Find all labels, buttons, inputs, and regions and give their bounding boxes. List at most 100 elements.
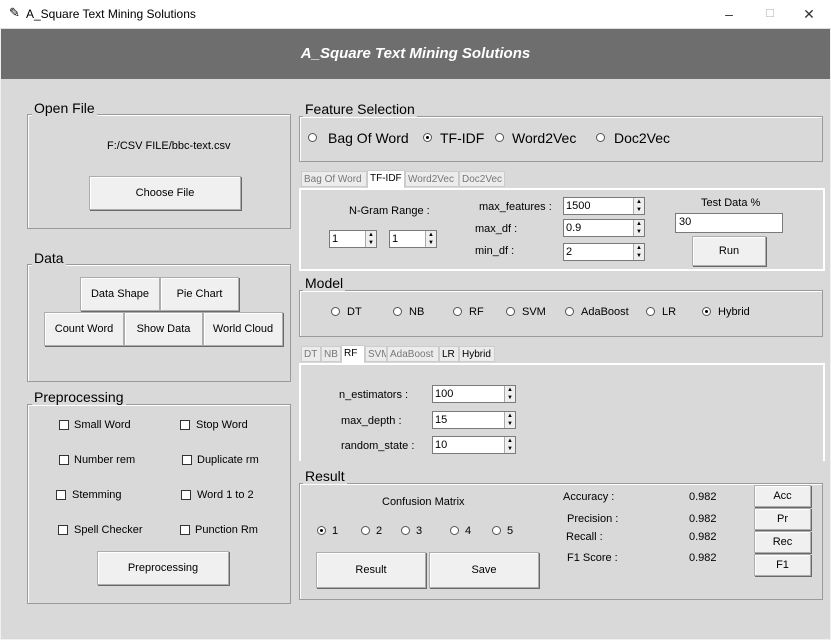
result-button[interactable]: Result bbox=[316, 552, 426, 588]
bag-of-word-radio[interactable] bbox=[308, 133, 317, 142]
tab-tf-idf[interactable]: TF-IDF bbox=[367, 170, 405, 188]
lr-radio[interactable] bbox=[646, 307, 655, 316]
ngram-min-spinbox[interactable]: 1 ▲ ▼ bbox=[329, 230, 377, 248]
small-word-checkbox[interactable] bbox=[59, 420, 69, 430]
n-estimators-label: n_estimators : bbox=[339, 389, 409, 401]
tab-bag-of-word[interactable]: Bag Of Word bbox=[301, 171, 367, 187]
window-title: A_Square Text Mining Solutions bbox=[26, 7, 196, 21]
n-estimators-spinbox[interactable]: 100 ▲ ▼ bbox=[432, 385, 516, 403]
spin-arrows-icon[interactable]: ▲ ▼ bbox=[425, 231, 436, 247]
random-state-spinbox[interactable]: 10 ▲ ▼ bbox=[432, 436, 516, 454]
window-titlebar: ✎ A_Square Text Mining Solutions – ☐ ✕ bbox=[0, 0, 831, 29]
min-df-value: 2 bbox=[566, 246, 573, 258]
world-cloud-button[interactable]: World Cloud bbox=[203, 312, 283, 346]
spin-arrows-icon[interactable]: ▲ ▼ bbox=[633, 244, 644, 260]
cm-radio-2[interactable] bbox=[361, 526, 370, 535]
tab-lr[interactable]: LR bbox=[439, 346, 459, 362]
n-estimators-value: 100 bbox=[435, 388, 454, 400]
data-shape-button[interactable]: Data Shape bbox=[80, 277, 160, 311]
tab-adaboost[interactable]: AdaBoost bbox=[387, 346, 439, 362]
tf-idf-radio[interactable] bbox=[423, 133, 432, 142]
spin-arrows-icon[interactable]: ▲ ▼ bbox=[504, 412, 515, 428]
accuracy-label: Accuracy : bbox=[563, 491, 615, 503]
app-banner: A_Square Text Mining Solutions bbox=[1, 29, 830, 79]
number-rem-checkbox[interactable] bbox=[59, 455, 69, 465]
show-data-button[interactable]: Show Data bbox=[124, 312, 203, 346]
close-button[interactable]: ✕ bbox=[786, 0, 831, 28]
f1-score-label: F1 Score : bbox=[567, 552, 618, 564]
word2vec-radio[interactable] bbox=[495, 133, 504, 142]
count-word-button[interactable]: Count Word bbox=[44, 312, 124, 346]
file-path-label: F:/CSV FILE/bbc-text.csv bbox=[107, 140, 231, 152]
doc2vec-radio[interactable] bbox=[596, 133, 605, 142]
ngram-max-spinbox[interactable]: 1 ▲ ▼ bbox=[389, 230, 437, 248]
rf-radio[interactable] bbox=[453, 307, 462, 316]
tab-svm[interactable]: SVM bbox=[365, 346, 387, 362]
save-button[interactable]: Save bbox=[429, 552, 539, 588]
spin-arrows-icon[interactable]: ▲ ▼ bbox=[365, 231, 376, 247]
cm-radio-3[interactable] bbox=[401, 526, 410, 535]
spin-arrows-icon[interactable]: ▲ ▼ bbox=[633, 220, 644, 236]
max-depth-label: max_depth : bbox=[341, 415, 402, 427]
result-legend: Result bbox=[303, 468, 347, 484]
pr-button[interactable]: Pr bbox=[754, 508, 811, 530]
cm-radio-1[interactable] bbox=[317, 526, 326, 535]
stop-word-checkbox[interactable] bbox=[180, 420, 190, 430]
spin-arrows-icon[interactable]: ▲ ▼ bbox=[633, 198, 644, 214]
duplicate-rm-label: Duplicate rm bbox=[197, 454, 259, 466]
spin-arrows-icon[interactable]: ▲ ▼ bbox=[504, 437, 515, 453]
cm-label-3: 3 bbox=[416, 525, 423, 537]
tab-hybrid[interactable]: Hybrid bbox=[459, 346, 495, 362]
run-button[interactable]: Run bbox=[692, 236, 766, 266]
number-rem-label: Number rem bbox=[74, 454, 136, 466]
tab-doc2vec[interactable]: Doc2Vec bbox=[459, 171, 505, 187]
svm-label: SVM bbox=[522, 306, 546, 318]
lr-label: LR bbox=[662, 306, 677, 318]
tab-nb[interactable]: NB bbox=[321, 346, 341, 362]
random-state-value: 10 bbox=[435, 439, 448, 451]
cm-label-4: 4 bbox=[465, 525, 472, 537]
svm-radio[interactable] bbox=[506, 307, 515, 316]
dt-radio[interactable] bbox=[331, 307, 340, 316]
punction-rm-checkbox[interactable] bbox=[180, 525, 190, 535]
min-df-spinbox[interactable]: 2 ▲ ▼ bbox=[563, 243, 645, 261]
max-features-spinbox[interactable]: 1500 ▲ ▼ bbox=[563, 197, 645, 215]
test-data-input[interactable]: 30 bbox=[675, 213, 783, 233]
word-1-to-2-checkbox[interactable] bbox=[181, 490, 191, 500]
cm-label-5: 5 bbox=[507, 525, 514, 537]
precision-label: Precision : bbox=[567, 513, 619, 525]
model-tabs: DT NB RF SVM AdaBoost LR Hybrid bbox=[301, 345, 821, 363]
stemming-checkbox[interactable] bbox=[56, 490, 66, 500]
pie-chart-button[interactable]: Pie Chart bbox=[160, 277, 239, 311]
duplicate-rm-checkbox[interactable] bbox=[182, 455, 192, 465]
preprocessing-button[interactable]: Preprocessing bbox=[97, 551, 229, 585]
ngram-min-value: 1 bbox=[332, 233, 339, 245]
tfidf-panel: N-Gram Range : 1 ▲ ▼ 1 ▲ ▼ max_features : … bbox=[299, 188, 825, 271]
rec-button[interactable]: Rec bbox=[754, 531, 811, 553]
spell-checker-checkbox[interactable] bbox=[58, 525, 68, 535]
tab-dt[interactable]: DT bbox=[301, 346, 321, 362]
max-depth-value: 15 bbox=[435, 414, 448, 426]
max-depth-spinbox[interactable]: 15 ▲ ▼ bbox=[432, 411, 516, 429]
hybrid-radio[interactable] bbox=[702, 307, 711, 316]
nb-radio[interactable] bbox=[393, 307, 402, 316]
acc-button[interactable]: Acc bbox=[754, 485, 811, 507]
max-df-spinbox[interactable]: 0.9 ▲ ▼ bbox=[563, 219, 645, 237]
model-legend: Model bbox=[303, 275, 346, 291]
f1-button[interactable]: F1 bbox=[754, 554, 811, 576]
spell-checker-label: Spell Checker bbox=[74, 524, 143, 536]
choose-file-button[interactable]: Choose File bbox=[89, 176, 241, 210]
cm-radio-5[interactable] bbox=[492, 526, 501, 535]
cm-radio-4[interactable] bbox=[450, 526, 459, 535]
adaboost-radio[interactable] bbox=[565, 307, 574, 316]
spin-arrows-icon[interactable]: ▲ ▼ bbox=[504, 386, 515, 402]
word-1-to-2-label: Word 1 to 2 bbox=[197, 489, 254, 501]
tab-word2vec[interactable]: Word2Vec bbox=[405, 171, 459, 187]
feature-tabs: Bag Of Word TF-IDF Word2Vec Doc2Vec bbox=[301, 170, 821, 188]
open-file-group bbox=[27, 114, 291, 229]
preprocessing-legend: Preprocessing bbox=[32, 389, 126, 405]
max-df-label: max_df : bbox=[475, 223, 518, 235]
minimize-button[interactable]: – bbox=[706, 0, 752, 28]
tab-rf[interactable]: RF bbox=[341, 345, 365, 363]
ngram-max-value: 1 bbox=[392, 233, 399, 245]
